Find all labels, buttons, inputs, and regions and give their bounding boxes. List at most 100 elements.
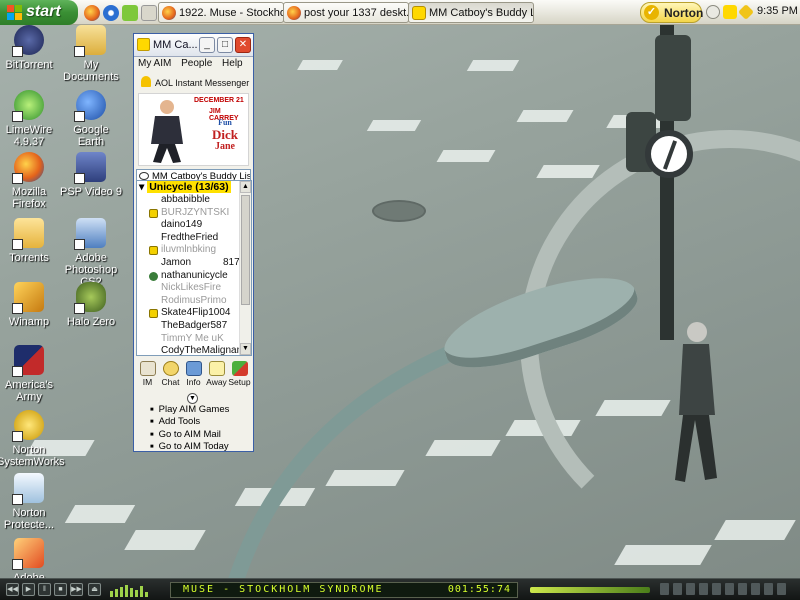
buddy-item[interactable]: Skate4Flip1004: [137, 307, 251, 320]
desktop-icon-my-documents[interactable]: My Documents: [59, 25, 123, 83]
firefox-icon: [287, 6, 301, 20]
close-button[interactable]: ✕: [235, 37, 251, 53]
buddy-item[interactable]: CodyTheMalignan: [137, 345, 251, 355]
menu-people[interactable]: People: [181, 58, 212, 69]
player-menu-icon[interactable]: [777, 583, 786, 595]
buddy-item[interactable]: TimmY Me uK: [137, 333, 251, 346]
maximize-button[interactable]: □: [217, 37, 233, 53]
buddy-item[interactable]: NickLikesFire: [137, 282, 251, 295]
desktop-icon-firefox[interactable]: Mozilla Firefox: [0, 152, 61, 210]
aim-brand-label: AOL Instant Messenger: [155, 78, 250, 88]
buddy-group-header[interactable]: ▾ Unicycle (13/63): [137, 181, 251, 194]
link-aim-mail[interactable]: Go to AIM Mail: [150, 429, 229, 441]
setup-button[interactable]: Setup: [228, 359, 251, 387]
ad-date: DECEMBER 21: [194, 97, 244, 104]
player-menu-icon[interactable]: [764, 583, 773, 595]
task-button-firefox-desktop[interactable]: post your 1337 deskt...: [283, 2, 409, 23]
aim-ad-banner[interactable]: DECEMBER 21 JIM CARREY Fun Dick Jane: [138, 93, 249, 166]
player-menu-icon[interactable]: [660, 583, 669, 595]
player-menu-icon[interactable]: [725, 583, 734, 595]
pause-icon[interactable]: ‖: [38, 583, 51, 596]
scroll-thumb[interactable]: [241, 195, 250, 305]
desktop-icon-bittorrent[interactable]: BitTorrent: [0, 25, 61, 71]
buddy-item[interactable]: FredtheFried: [137, 232, 251, 245]
link-add-tools[interactable]: Add Tools: [150, 416, 229, 428]
buddy-item[interactable]: nathanunicycle: [137, 270, 251, 283]
start-button[interactable]: start: [0, 0, 78, 25]
player-menu-icon[interactable]: [751, 583, 760, 595]
visualizer: [110, 583, 166, 597]
link-aim-today[interactable]: Go to AIM Today: [150, 441, 229, 453]
desktop-icon-halo-zero[interactable]: Halo Zero: [59, 282, 123, 328]
desktop-icon-label: Norton Protecte...: [3, 507, 55, 531]
eject-icon[interactable]: ⏏: [88, 583, 101, 596]
aim-running-man-icon: [141, 76, 151, 87]
show-desktop-quicklaunch-icon[interactable]: [141, 5, 157, 21]
away-icon: [149, 309, 158, 319]
desktop-icon-label: LimeWire 4.9.37: [5, 124, 53, 148]
task-label: post your 1337 deskt...: [304, 7, 409, 19]
away-icon: [149, 246, 158, 256]
aim-icon: [137, 38, 150, 51]
desktop-icon-norton-protected-recycle-bin[interactable]: Norton Protecte...: [0, 473, 61, 531]
desktop-icon-label: Torrents: [9, 252, 49, 264]
player-menu-icon[interactable]: [699, 583, 708, 595]
desktop-icon-winamp[interactable]: Winamp: [0, 282, 61, 328]
firefox-quicklaunch-icon[interactable]: [84, 5, 100, 21]
limewire-icon: [12, 90, 44, 122]
im-button[interactable]: IM: [136, 359, 159, 387]
norton-tray-button[interactable]: ✓ Norton: [640, 2, 704, 23]
expand-chevron-icon[interactable]: ▼: [187, 393, 198, 404]
aim-title-bar[interactable]: MM Ca... _ □ ✕: [134, 34, 253, 57]
chat-button[interactable]: Chat: [159, 359, 182, 387]
chat-icon: [162, 361, 179, 376]
collapse-tray-icon[interactable]: [706, 5, 720, 19]
buddy-item[interactable]: RodimusPrimo: [137, 295, 251, 308]
link-play-aim-games[interactable]: Play AIM Games: [150, 404, 230, 416]
psp-video-icon: [74, 152, 106, 184]
buddy-item[interactable]: Jamon 817: [137, 257, 251, 270]
next-icon[interactable]: ▶▶: [70, 583, 83, 596]
mobile-icon: [149, 271, 158, 281]
norton-label: Norton: [664, 6, 704, 20]
player-menu-icon[interactable]: [673, 583, 682, 595]
desktop-icon-americas-army[interactable]: America's Army: [0, 345, 61, 403]
scroll-down-icon[interactable]: ▼: [240, 343, 251, 355]
buddy-item[interactable]: iluvmlnbking: [137, 244, 251, 257]
player-menu-icon[interactable]: [738, 583, 747, 595]
scroll-up-icon[interactable]: ▲: [240, 181, 251, 193]
network-warning-icon[interactable]: [738, 4, 754, 20]
buddy-item[interactable]: daino149: [137, 219, 251, 232]
player-menu-icon[interactable]: [712, 583, 721, 595]
desktop-icon-photoshop[interactable]: Adobe Photoshop CS2: [59, 218, 123, 288]
aim-tray-icon[interactable]: [723, 5, 737, 19]
media-player-quicklaunch-icon[interactable]: [103, 5, 119, 21]
now-playing-display[interactable]: MUSE - STOCKHOLM SYNDROME 001:55:74: [170, 582, 518, 598]
desktop-icon-google-earth[interactable]: Google Earth: [59, 90, 123, 148]
volume-slider[interactable]: [530, 587, 650, 593]
stop-icon[interactable]: ■: [54, 583, 67, 596]
desktop-icon-limewire[interactable]: LimeWire 4.9.37: [0, 90, 61, 148]
menu-my-aim[interactable]: My AIM: [138, 58, 171, 69]
desktop-icon-label: Winamp: [8, 316, 50, 328]
task-button-aim-buddy-list[interactable]: MM Catboy's Buddy Li...: [408, 2, 534, 23]
task-button-firefox-muse[interactable]: 1922. Muse - Stockho...: [158, 2, 284, 23]
clock[interactable]: 9:35 PM: [757, 5, 798, 17]
aim-links: Play AIM Games Add Tools Go to AIM Mail …: [150, 404, 230, 453]
player-menu-icon[interactable]: [686, 583, 695, 595]
play-icon[interactable]: ▶: [22, 583, 35, 596]
info-button[interactable]: Info: [182, 359, 205, 387]
minimize-button[interactable]: _: [199, 37, 215, 53]
desktop-icon-torrents[interactable]: Torrents: [0, 218, 61, 264]
previous-icon[interactable]: ◀◀: [6, 583, 19, 596]
aim-window-title: MM Ca...: [153, 39, 198, 51]
away-button[interactable]: Away: [205, 359, 228, 387]
buddy-item[interactable]: BURJZYNTSKI: [137, 207, 251, 220]
menu-help[interactable]: Help: [222, 58, 243, 69]
buddy-list-scrollbar[interactable]: ▲ ▼: [239, 181, 251, 355]
desktop-icon-norton-systemworks[interactable]: Norton SystemWorks: [0, 410, 65, 468]
desktop-icon-psp-video[interactable]: PSP Video 9: [59, 152, 123, 198]
buddy-item[interactable]: abbabibble: [137, 194, 251, 207]
aim-quicklaunch-icon[interactable]: [122, 5, 138, 21]
buddy-item[interactable]: TheBadger587: [137, 320, 251, 333]
